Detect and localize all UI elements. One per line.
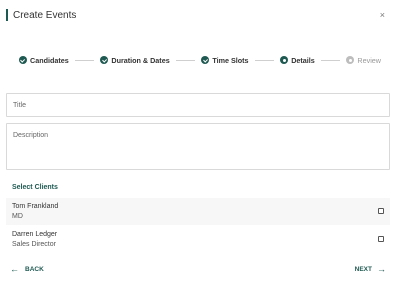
description-input[interactable]: Description bbox=[6, 123, 390, 170]
step-connector bbox=[320, 59, 341, 61]
back-button[interactable]: ← BACK bbox=[10, 265, 44, 274]
check-icon bbox=[201, 56, 210, 64]
dialog-title: Create Events bbox=[13, 9, 77, 21]
step-connector bbox=[254, 59, 275, 61]
step-connector bbox=[175, 59, 196, 61]
client-row[interactable]: Tom Frankland MD bbox=[6, 198, 390, 225]
arrow-left-icon: ← bbox=[10, 264, 19, 274]
step-time-slots[interactable]: Time Slots bbox=[201, 55, 249, 65]
check-icon bbox=[100, 56, 109, 64]
description-placeholder: Description bbox=[13, 132, 49, 139]
dialog-header: Create Events bbox=[6, 9, 76, 21]
client-name: Tom Frankland bbox=[12, 203, 59, 210]
close-icon[interactable]: × bbox=[380, 9, 385, 21]
step-connector bbox=[74, 59, 95, 61]
step-label: Candidates bbox=[30, 55, 69, 65]
client-name: Darren Ledger bbox=[12, 231, 58, 238]
title-accent-bar bbox=[6, 9, 8, 21]
step-duration-dates[interactable]: Duration & Dates bbox=[100, 55, 170, 65]
check-icon bbox=[19, 56, 27, 64]
pending-step-icon bbox=[346, 56, 355, 64]
step-candidates[interactable]: Candidates bbox=[19, 56, 69, 65]
client-role: Sales Director bbox=[12, 241, 56, 248]
client-role: MD bbox=[12, 213, 23, 220]
next-button[interactable]: NEXT → bbox=[355, 265, 386, 274]
client-checkbox[interactable] bbox=[378, 236, 384, 242]
current-step-icon bbox=[280, 56, 289, 64]
create-events-dialog: Create Events × Candidates Duration & Da… bbox=[0, 0, 397, 288]
step-label: Time Slots bbox=[212, 55, 249, 65]
step-details[interactable]: Details bbox=[280, 56, 315, 65]
stepper: Candidates Duration & Dates Time Slots D… bbox=[19, 54, 381, 66]
client-row[interactable]: Darren Ledger Sales Director bbox=[6, 226, 390, 253]
client-checkbox[interactable] bbox=[378, 208, 384, 214]
step-label: Details bbox=[291, 55, 315, 65]
step-review: Review bbox=[346, 56, 381, 65]
select-clients-label: Select Clients bbox=[12, 184, 58, 191]
step-label: Duration & Dates bbox=[111, 55, 170, 65]
step-label: Review bbox=[357, 55, 381, 65]
arrow-right-icon: → bbox=[377, 264, 386, 274]
next-label: NEXT bbox=[354, 266, 372, 273]
title-placeholder: Title bbox=[13, 102, 26, 109]
title-input[interactable]: Title bbox=[6, 93, 390, 117]
back-label: BACK bbox=[25, 266, 44, 273]
